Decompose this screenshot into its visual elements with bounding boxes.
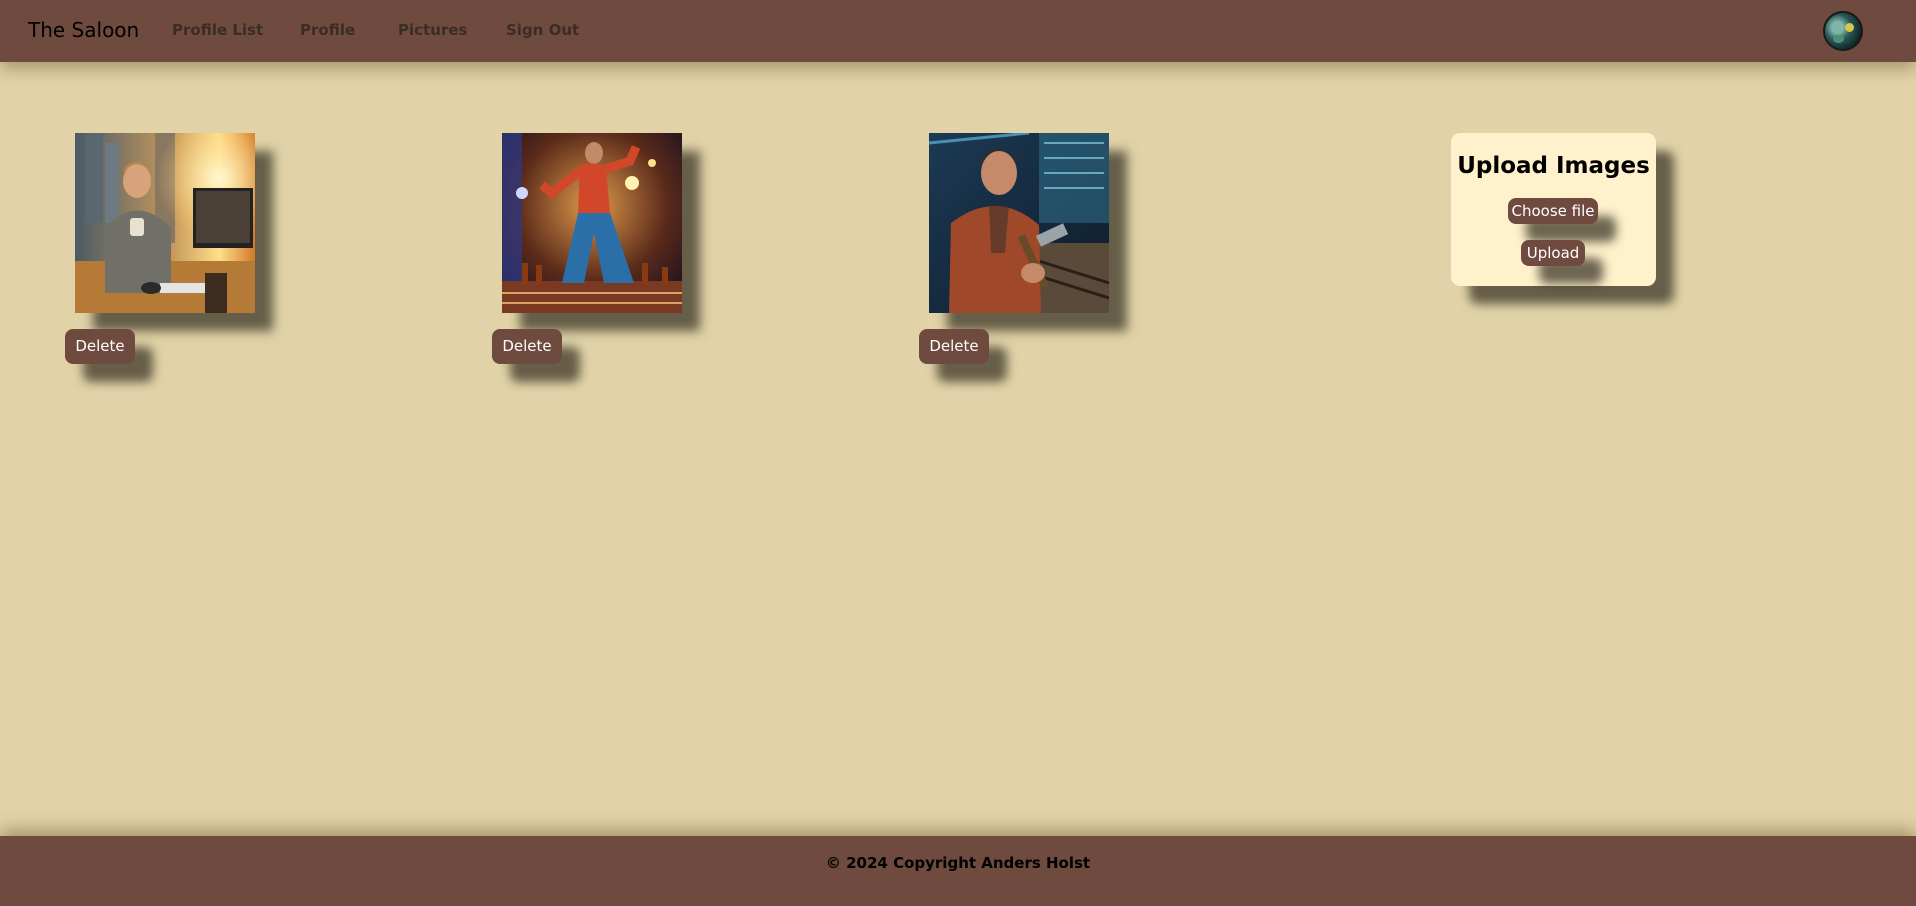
copyright-text: © 2024 Copyright Anders Holst xyxy=(825,854,1091,872)
nav-profile-list[interactable]: Profile List xyxy=(172,21,263,39)
gallery-image-2 xyxy=(502,133,682,313)
page-footer: © 2024 Copyright Anders Holst xyxy=(0,836,1916,906)
man-dancing-disco-photo-icon xyxy=(502,133,682,313)
gallery-image-3 xyxy=(929,133,1109,313)
top-navbar: The Saloon Profile List Profile Pictures… xyxy=(0,0,1916,62)
delete-image-2-button[interactable]: Delete xyxy=(492,329,562,364)
man-holding-hammer-photo-icon xyxy=(929,133,1109,313)
delete-image-1-button[interactable]: Delete xyxy=(65,329,135,364)
nav-sign-out[interactable]: Sign Out xyxy=(506,21,579,39)
nav-pictures[interactable]: Pictures xyxy=(398,21,467,39)
man-at-desk-photo-icon xyxy=(75,133,255,313)
choose-file-button[interactable]: Choose file xyxy=(1508,198,1598,224)
nav-profile[interactable]: Profile xyxy=(300,21,355,39)
delete-image-3-button[interactable]: Delete xyxy=(919,329,989,364)
gallery-image-1 xyxy=(75,133,255,313)
user-avatar-icon[interactable] xyxy=(1823,11,1863,51)
upload-images-card: Upload Images Choose file Upload xyxy=(1451,133,1656,286)
brand-link[interactable]: The Saloon xyxy=(28,18,139,42)
upload-button[interactable]: Upload xyxy=(1521,240,1585,266)
upload-title: Upload Images xyxy=(1457,153,1650,179)
